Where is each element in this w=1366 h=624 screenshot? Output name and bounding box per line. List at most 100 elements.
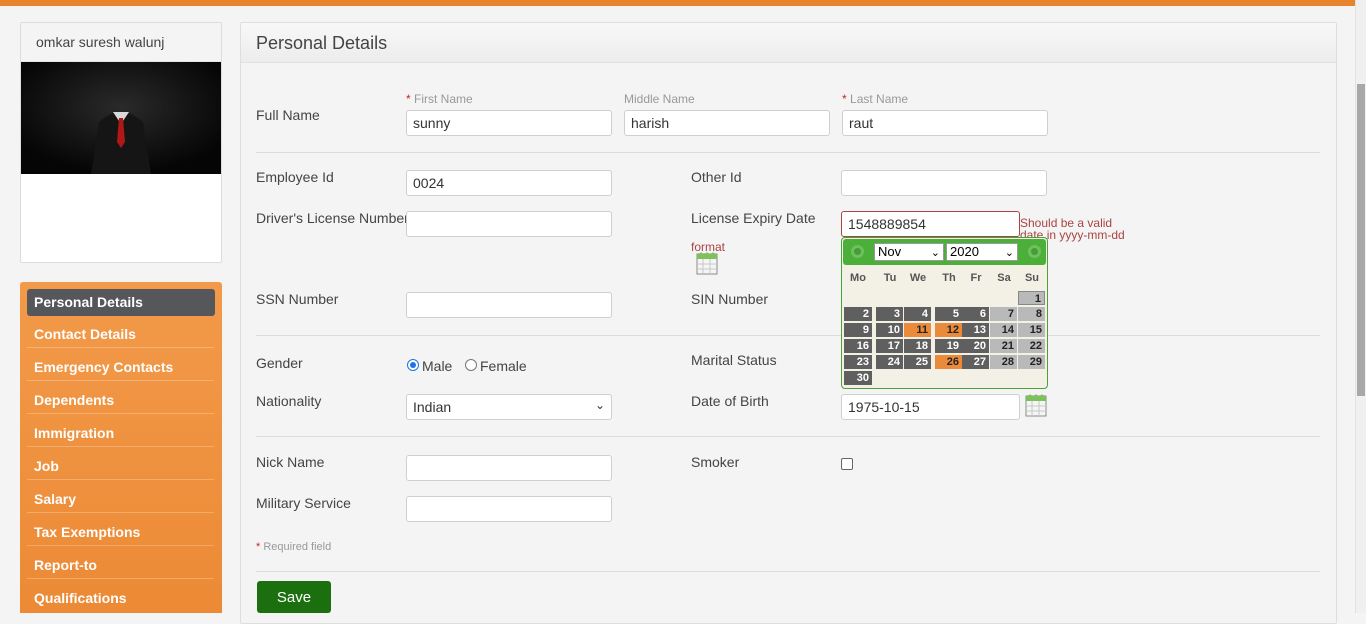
ssn-input[interactable] — [406, 292, 612, 318]
profile-name: omkar suresh walunj — [21, 23, 221, 62]
nav-qualifications[interactable]: Qualifications — [27, 585, 214, 612]
calendar-day[interactable]: 23 — [844, 355, 872, 369]
nav-personal-details[interactable]: Personal Details — [27, 289, 215, 316]
calendar-day[interactable]: 6 — [962, 307, 989, 321]
weekday-header: Sa — [997, 272, 1011, 284]
calendar-day[interactable]: 24 — [876, 355, 903, 369]
calendar-day[interactable]: 11 — [904, 323, 931, 337]
calendar-day[interactable]: 1 — [1018, 291, 1045, 305]
scrollbar-thumb[interactable] — [1357, 84, 1365, 396]
gender-female-radio[interactable] — [465, 359, 477, 371]
nav-tax-exemptions[interactable]: Tax Exemptions — [27, 519, 214, 546]
datepicker-popup: Nov ⌄ 2020 ⌄ Mo Tu We Th Fr Sa Su 1 2 3 4 5 6 7 8 9 10 1… — [841, 237, 1048, 389]
page-scrollbar[interactable] — [1355, 0, 1366, 613]
calendar-day[interactable]: 13 — [962, 323, 989, 337]
smoker-checkbox[interactable] — [841, 458, 853, 470]
prev-month-icon[interactable] — [851, 245, 864, 258]
calendar-day[interactable]: 4 — [904, 307, 931, 321]
nav-dependents[interactable]: Dependents — [27, 387, 214, 414]
calendar-day[interactable]: 30 — [844, 371, 872, 385]
calendar-day[interactable]: 16 — [844, 339, 872, 353]
marital-status-label: Marital Status — [691, 352, 777, 368]
weekday-header: We — [909, 272, 927, 284]
calendar-day[interactable]: 22 — [1018, 339, 1045, 353]
nick-name-input[interactable] — [406, 455, 612, 481]
military-service-label: Military Service — [256, 495, 351, 511]
required-note: * Required field — [256, 541, 331, 553]
nav-job[interactable]: Job — [27, 453, 214, 480]
calendar-day[interactable]: 5 — [935, 307, 962, 321]
other-id-input[interactable] — [841, 170, 1047, 196]
gender-male-label[interactable]: Male — [422, 358, 452, 374]
smoker-label: Smoker — [691, 454, 740, 470]
year-select[interactable]: 2020 ⌄ — [946, 243, 1018, 261]
calendar-day[interactable]: 17 — [876, 339, 903, 353]
profile-card: omkar suresh walunj — [20, 22, 222, 263]
calendar-day[interactable]: 8 — [1018, 307, 1045, 321]
calendar-day[interactable]: 10 — [876, 323, 903, 337]
calendar-day[interactable]: 15 — [1018, 323, 1045, 337]
chevron-down-icon: ⌄ — [930, 247, 940, 259]
required-note-text: Required field — [263, 541, 332, 553]
chevron-down-icon: ⌄ — [1004, 247, 1014, 259]
nationality-select[interactable]: Indian ⌄ — [406, 394, 612, 420]
month-select[interactable]: Nov ⌄ — [874, 243, 944, 261]
nick-name-label: Nick Name — [256, 454, 325, 470]
calendar-day[interactable]: 18 — [904, 339, 931, 353]
calendar-day[interactable]: 27 — [962, 355, 989, 369]
calendar-day[interactable]: 7 — [990, 307, 1017, 321]
license-expiry-input[interactable] — [841, 211, 1020, 237]
page-title: Personal Details — [256, 33, 388, 53]
full-name-label: Full Name — [256, 107, 320, 123]
calendar-day[interactable]: 20 — [962, 339, 989, 353]
chevron-down-icon: ⌄ — [594, 398, 605, 412]
required-star: * — [842, 92, 847, 106]
nav-emergency-contacts[interactable]: Emergency Contacts — [27, 354, 214, 381]
nav-report-to[interactable]: Report-to — [27, 552, 214, 579]
calendar-day[interactable]: 14 — [990, 323, 1017, 337]
divider — [256, 152, 1320, 153]
last-name-label-text: Last Name — [850, 92, 909, 106]
calendar-day[interactable]: 26 — [935, 355, 962, 369]
calendar-day[interactable]: 12 — [935, 323, 962, 337]
personal-details-panel: Personal Details Full Name * First Name … — [240, 22, 1337, 624]
military-service-input[interactable] — [406, 496, 612, 522]
employee-id-input[interactable] — [406, 170, 612, 196]
month-value: Nov — [878, 244, 902, 259]
calendar-day[interactable]: 28 — [990, 355, 1017, 369]
calendar-icon[interactable] — [696, 251, 718, 275]
calendar-day[interactable]: 19 — [935, 339, 962, 353]
other-id-label: Other Id — [691, 169, 742, 185]
nationality-value: Indian — [413, 399, 452, 415]
weekday-header: Th — [942, 272, 956, 284]
calendar-day[interactable]: 21 — [990, 339, 1017, 353]
next-month-icon[interactable] — [1028, 245, 1041, 258]
gender-male-radio[interactable] — [407, 359, 419, 371]
save-button[interactable]: Save — [257, 581, 331, 613]
nationality-label: Nationality — [256, 393, 322, 409]
divider — [256, 335, 1320, 336]
weekday-header: Mo — [850, 272, 866, 284]
middle-name-input[interactable] — [624, 110, 830, 136]
weekday-header: Fr — [970, 272, 982, 284]
calendar-day[interactable]: 2 — [844, 307, 872, 321]
first-name-input[interactable] — [406, 110, 612, 136]
sin-label: SIN Number — [691, 291, 769, 307]
calendar-day[interactable]: 3 — [876, 307, 903, 321]
middle-name-label: Middle Name — [624, 92, 695, 106]
calendar-day[interactable]: 9 — [844, 323, 872, 337]
license-expiry-label: License Expiry Date — [691, 210, 816, 226]
drivers-license-input[interactable] — [406, 211, 612, 237]
nav-contact-details[interactable]: Contact Details — [27, 321, 214, 348]
divider — [256, 571, 1320, 572]
dob-input[interactable] — [841, 394, 1020, 420]
first-name-label: * First Name — [406, 92, 473, 106]
gender-female-label[interactable]: Female — [480, 358, 527, 374]
calendar-day[interactable]: 29 — [1018, 355, 1045, 369]
calendar-icon[interactable] — [1025, 393, 1047, 417]
nav-salary[interactable]: Salary — [27, 486, 214, 513]
nav-immigration[interactable]: Immigration — [27, 420, 214, 447]
calendar-day[interactable]: 25 — [904, 355, 931, 369]
profile-photo[interactable] — [21, 62, 221, 174]
last-name-input[interactable] — [842, 110, 1048, 136]
